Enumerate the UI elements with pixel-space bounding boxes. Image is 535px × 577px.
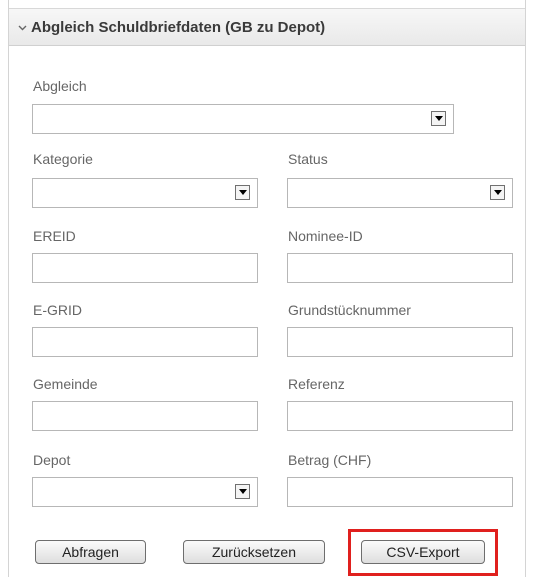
zuruecksetzen-button[interactable]: Zurücksetzen bbox=[183, 540, 325, 564]
abfragen-button[interactable]: Abfragen bbox=[35, 540, 146, 564]
nominee-id-input[interactable] bbox=[287, 253, 513, 283]
referenz-label: Referenz bbox=[288, 376, 345, 392]
depot-select[interactable] bbox=[32, 477, 258, 507]
dropdown-arrow-icon[interactable] bbox=[490, 185, 505, 200]
referenz-input[interactable] bbox=[287, 401, 513, 431]
betrag-label: Betrag (CHF) bbox=[288, 452, 372, 468]
grundstuecknummer-label: Grundstücknummer bbox=[288, 302, 411, 318]
grundstuecknummer-input[interactable] bbox=[287, 327, 513, 357]
egrid-input[interactable] bbox=[32, 327, 258, 357]
highlight-box bbox=[348, 529, 498, 576]
ereid-label: EREID bbox=[33, 228, 76, 244]
egrid-label: E-GRID bbox=[33, 302, 82, 318]
kategorie-label: Kategorie bbox=[33, 151, 93, 167]
panel-title: Abgleich Schuldbriefdaten (GB zu Depot) bbox=[31, 19, 326, 36]
dropdown-arrow-icon[interactable] bbox=[235, 484, 250, 499]
gemeinde-input[interactable] bbox=[32, 401, 258, 431]
status-label: Status bbox=[288, 151, 328, 167]
abgleich-select[interactable] bbox=[32, 104, 454, 134]
nominee-id-label: Nominee-ID bbox=[288, 228, 363, 244]
betrag-input[interactable] bbox=[287, 477, 513, 507]
ereid-input[interactable] bbox=[32, 253, 258, 283]
status-select[interactable] bbox=[287, 178, 513, 208]
kategorie-select[interactable] bbox=[32, 178, 258, 208]
abgleich-label: Abgleich bbox=[33, 78, 87, 94]
chevron-down-icon[interactable] bbox=[18, 23, 27, 32]
gemeinde-label: Gemeinde bbox=[33, 376, 98, 392]
depot-label: Depot bbox=[33, 452, 71, 468]
panel-header[interactable]: Abgleich Schuldbriefdaten (GB zu Depot) bbox=[9, 8, 525, 46]
dropdown-arrow-icon[interactable] bbox=[235, 185, 250, 200]
dropdown-arrow-icon[interactable] bbox=[431, 111, 446, 126]
